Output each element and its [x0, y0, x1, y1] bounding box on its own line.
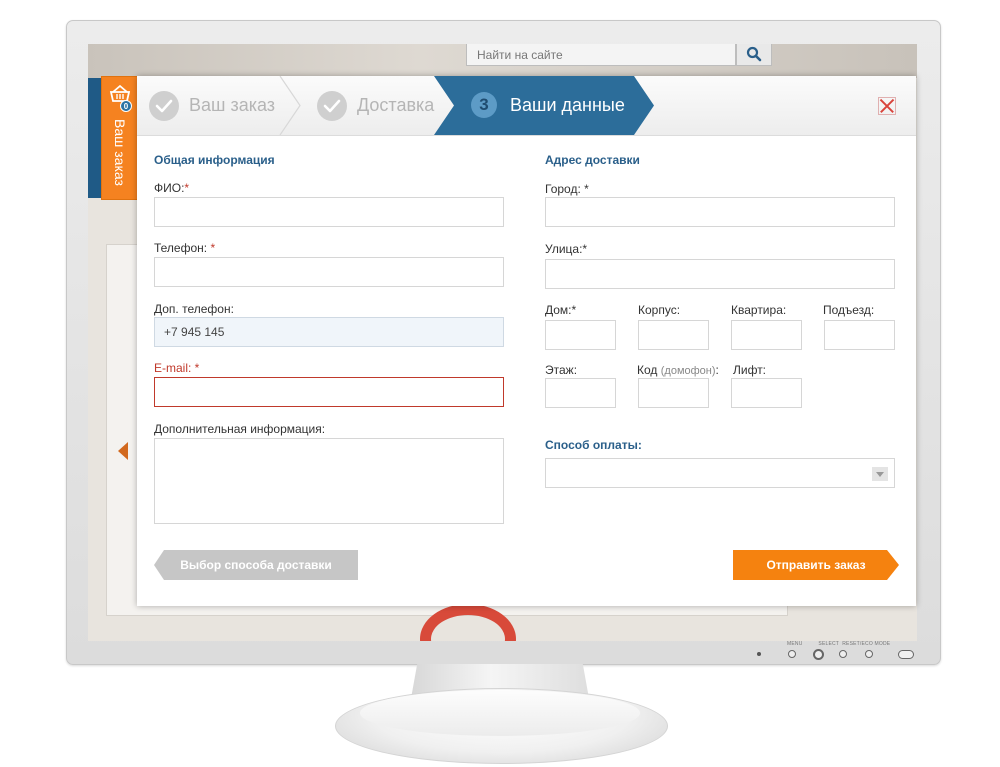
- monitor-mockup: Найти на сайте MENU SELECT RESET/ECO MOD…: [0, 0, 1000, 767]
- building-field[interactable]: [638, 320, 709, 350]
- cart-count-badge: 0: [120, 100, 132, 112]
- back-to-delivery-button[interactable]: Выбор способа доставки: [154, 550, 358, 580]
- site-search-input[interactable]: Найти на сайте: [466, 44, 736, 66]
- additional-info-label: Дополнительная информация:: [154, 422, 326, 436]
- apartment-field[interactable]: [731, 320, 802, 350]
- cart-tab-label: Ваш заказ: [112, 119, 128, 186]
- street-field[interactable]: [545, 259, 895, 289]
- floor-field[interactable]: [545, 378, 616, 408]
- extra-phone-label: Доп. телефон:: [154, 302, 234, 316]
- checkout-modal: Ваш заказ Доставка 3 Ваши данные Общая и…: [137, 76, 916, 606]
- submit-order-button[interactable]: Отправить заказ: [733, 550, 899, 580]
- street-label: Улица:*: [545, 242, 588, 256]
- step-label: Доставка: [357, 95, 435, 115]
- fio-label: ФИО:*: [154, 181, 190, 195]
- extra-phone-field[interactable]: [154, 317, 504, 347]
- step-delivery[interactable]: Доставка: [317, 76, 434, 135]
- cart-tab[interactable]: 0 Ваш заказ: [101, 76, 137, 200]
- monitor-control-labels: MENU SELECT RESET/ECO MODE: [787, 641, 891, 647]
- check-icon: [317, 90, 347, 121]
- lift-field[interactable]: [731, 378, 802, 408]
- floor-label: Этаж:: [545, 363, 578, 377]
- checkout-steps: Ваш заказ Доставка 3 Ваши данные: [137, 76, 916, 136]
- payment-method-title: Способ оплаты:: [545, 438, 642, 452]
- additional-info-field[interactable]: [154, 438, 504, 524]
- city-field[interactable]: [545, 197, 895, 227]
- monitor-button: [813, 649, 824, 660]
- intercom-code-field[interactable]: [638, 378, 709, 408]
- apartment-label: Квартира:: [731, 303, 787, 317]
- general-info-title: Общая информация: [154, 153, 275, 167]
- step-number: 3: [471, 92, 497, 118]
- monitor-button: [839, 650, 847, 658]
- step-label: Ваш заказ: [189, 95, 276, 115]
- building-label: Корпус:: [638, 303, 681, 317]
- phone-field[interactable]: [154, 257, 504, 287]
- step-your-data[interactable]: 3 Ваши данные: [434, 76, 654, 135]
- monitor-base-top: [360, 690, 640, 736]
- monitor-controls: MENU SELECT RESET/ECO MODE: [757, 641, 927, 664]
- power-led: [757, 652, 761, 656]
- payment-method-select[interactable]: [545, 458, 895, 488]
- intercom-code-label: Код (домофон):: [637, 363, 719, 377]
- monitor-button: [865, 650, 873, 658]
- house-label: Дом:*: [545, 303, 577, 317]
- city-label: Город: *: [545, 182, 589, 196]
- lift-label: Лифт:: [733, 363, 767, 377]
- power-button: [898, 650, 914, 659]
- phone-label: Телефон: *: [154, 241, 216, 255]
- email-label: E-mail: *: [154, 361, 200, 375]
- entrance-label: Подъезд:: [823, 303, 875, 317]
- check-icon: [149, 90, 179, 121]
- step-label: Ваши данные: [510, 95, 625, 115]
- search-icon[interactable]: [736, 44, 772, 66]
- email-field[interactable]: [154, 377, 504, 407]
- fio-field[interactable]: [154, 197, 504, 227]
- monitor-button: [788, 650, 796, 658]
- slider-prev-icon[interactable]: [118, 442, 128, 460]
- delivery-address-title: Адрес доставки: [545, 153, 640, 167]
- house-field[interactable]: [545, 320, 616, 350]
- close-icon[interactable]: [878, 97, 896, 115]
- step-order[interactable]: Ваш заказ: [149, 76, 275, 135]
- chevron-down-icon: [872, 467, 888, 481]
- step-separator: [279, 76, 301, 135]
- entrance-field[interactable]: [824, 320, 895, 350]
